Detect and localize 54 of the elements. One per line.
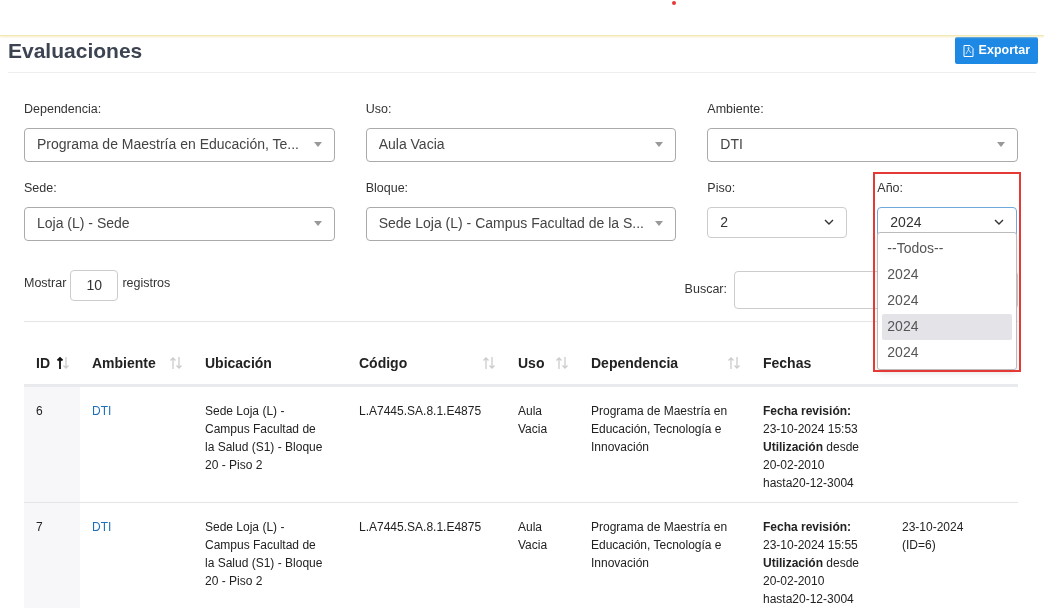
filter-label: Piso: bbox=[707, 179, 737, 197]
filter-label: Año: bbox=[877, 179, 905, 197]
page-title: Evaluaciones bbox=[8, 37, 143, 64]
table-cell-text: Programa de Maestría en Educación, Tecnología e Innovación bbox=[591, 518, 729, 572]
length-label: registros bbox=[122, 275, 171, 293]
dropdown-option[interactable]: --Todos-- bbox=[882, 235, 1013, 262]
table-link[interactable]: DTI bbox=[92, 403, 112, 418]
table-cell-text: 23-10-2024 (ID=6) bbox=[902, 518, 965, 554]
table-cell-text: Programa de Maestría en Educación, Tecnología e Innovación bbox=[591, 402, 729, 456]
filter-label: Sede: bbox=[24, 179, 58, 197]
column-header[interactable]: Ubicación bbox=[193, 342, 347, 384]
caret-icon bbox=[997, 142, 1005, 148]
select-field[interactable]: Programa de Maestría en Educación, Te... bbox=[24, 127, 335, 162]
caret-icon bbox=[655, 142, 664, 148]
column-header[interactable]: Código bbox=[347, 342, 506, 384]
table-cell-text: Fecha revisión: 23-10-2024 15:55 Utilización desde 20-02-2010 hasta20-12-3004 bbox=[763, 518, 861, 608]
select-field[interactable]: 2 bbox=[707, 206, 848, 238]
table-cell-text: Aula Vacia bbox=[518, 402, 549, 438]
filter-label: Dependencia: bbox=[24, 101, 103, 118]
table-cell-text: Fecha revisión: 23-10-2024 15:53 Utilización desde 20-02-2010 hasta20-12-3004 bbox=[763, 402, 861, 492]
table-cell-text: Aula Vacia bbox=[518, 518, 549, 554]
dropdown-option[interactable]: 2024 bbox=[882, 287, 1013, 314]
chevron-icon bbox=[824, 219, 835, 225]
column-header[interactable]: Ambiente bbox=[80, 342, 193, 384]
table-cell-text: Sede Loja (L) - Campus Facultad de la Salud (S1) - Bloque 20 - Piso 2 bbox=[205, 402, 323, 474]
page-length-field[interactable]: 10 bbox=[70, 270, 119, 301]
filter-label: Ambiente: bbox=[707, 101, 765, 118]
table-cell: L.A7445.SA.8.1.E4875 bbox=[359, 403, 482, 418]
table-link[interactable]: DTI bbox=[92, 519, 112, 534]
select-field[interactable]: DTI bbox=[707, 127, 1018, 162]
filter-label: Bloque: bbox=[365, 179, 410, 197]
caret-icon bbox=[313, 142, 322, 148]
table-cell: 6 bbox=[24, 386, 80, 502]
caret-icon bbox=[313, 221, 322, 226]
dropdown-option[interactable]: 2024 bbox=[882, 261, 1013, 288]
table-cell: 7 bbox=[24, 502, 80, 608]
chevron-icon bbox=[994, 219, 1005, 225]
column-header[interactable]: Uso bbox=[506, 342, 579, 384]
select-field[interactable]: Aula Vacia bbox=[365, 127, 677, 162]
search-label: Buscar: bbox=[684, 281, 727, 299]
length-label: Mostrar bbox=[24, 275, 67, 293]
dropdown-option[interactable]: 2024 bbox=[882, 339, 1013, 366]
column-header[interactable]: Dependencia bbox=[579, 342, 751, 384]
export-button[interactable]: Exportar bbox=[954, 37, 1038, 64]
table-cell: L.A7445.SA.8.1.E4875 bbox=[359, 519, 482, 534]
pdf-file-icon bbox=[962, 44, 974, 57]
select-field[interactable]: Sede Loja (L) - Campus Facultad de la S... bbox=[365, 206, 677, 241]
table-cell-text: Sede Loja (L) - Campus Facultad de la Salud (S1) - Bloque 20 - Piso 2 bbox=[205, 518, 323, 590]
select-field[interactable]: Loja (L) - Sede bbox=[24, 206, 335, 241]
filter-label: Uso: bbox=[365, 101, 393, 118]
caret-icon bbox=[655, 221, 664, 226]
sort-icon[interactable] bbox=[56, 356, 70, 370]
column-header[interactable]: ID bbox=[24, 342, 80, 384]
dropdown-option[interactable]: 2024 bbox=[882, 313, 1013, 340]
